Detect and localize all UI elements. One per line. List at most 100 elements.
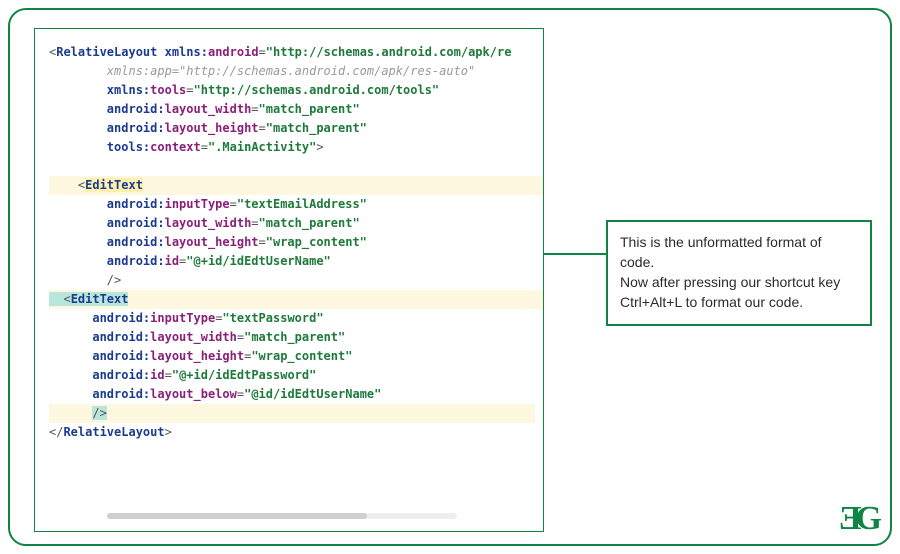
code-line: <EditText xyxy=(49,290,535,309)
code-line: <RelativeLayout xmlns:android="http://sc… xyxy=(49,43,535,62)
code-token: EditText xyxy=(71,292,129,306)
code-token: "wrap_content" xyxy=(251,349,352,363)
code-token: = xyxy=(251,102,258,116)
code-token: layout_width xyxy=(165,216,252,230)
code-token xyxy=(49,349,92,363)
code-token xyxy=(49,121,107,135)
code-line: android:layout_width="match_parent" xyxy=(49,100,535,119)
code-token: e xyxy=(504,45,511,59)
code-line: android:layout_height="wrap_content" xyxy=(49,233,535,252)
code-line: android:id="@+id/idEdtPassword" xyxy=(49,366,535,385)
code-token: "@+id/idEdtUserName" xyxy=(186,254,331,268)
code-token: id xyxy=(165,254,179,268)
code-token: "textPassword" xyxy=(222,311,323,325)
code-token xyxy=(49,235,107,249)
code-token: inputType xyxy=(165,197,230,211)
code-token: layout_width xyxy=(150,330,237,344)
code-token: = xyxy=(230,197,237,211)
code-token: > xyxy=(316,140,323,154)
code-token xyxy=(49,83,107,97)
code-token: android: xyxy=(92,368,150,382)
code-token: android: xyxy=(92,311,150,325)
code-token: layout_below xyxy=(150,387,237,401)
code-token: android: xyxy=(92,330,150,344)
code-token: = xyxy=(251,216,258,230)
code-token: = xyxy=(237,387,244,401)
code-line: android:hint="Enter Password" xyxy=(535,290,544,309)
callout-text-line: Ctrl+Alt+L to format our code. xyxy=(620,292,858,312)
code-line xyxy=(49,157,535,176)
code-line: xmlns:app="http://schemas.android.com/ap… xyxy=(49,62,535,81)
code-token: RelativeLayout xyxy=(63,425,164,439)
code-token: = xyxy=(259,235,266,249)
code-token: = xyxy=(259,45,266,59)
code-token: xmlns: xyxy=(107,83,150,97)
code-token: "http://schemas.android.com/tools" xyxy=(194,83,440,97)
code-token xyxy=(49,330,92,344)
code-token: xmlns:app="http://schemas.android.com/ap… xyxy=(107,64,475,78)
code-token xyxy=(49,254,107,268)
code-token: RelativeLayout xyxy=(56,45,164,59)
code-token xyxy=(49,64,107,78)
code-token xyxy=(49,216,107,230)
code-token: = xyxy=(201,140,208,154)
code-token: inputType xyxy=(150,311,215,325)
code-line: </RelativeLayout> xyxy=(49,423,535,442)
code-token xyxy=(49,197,107,211)
horizontal-scrollbar[interactable] xyxy=(107,513,457,519)
code-token: android: xyxy=(92,387,150,401)
code-token xyxy=(49,140,107,154)
code-token: > xyxy=(165,425,172,439)
code-line: /> xyxy=(49,404,535,423)
code-line: android:inputType="textEmailAddress" xyxy=(49,195,535,214)
code-line: android:inputType="textPassword" xyxy=(49,309,535,328)
code-token: /> xyxy=(49,273,121,287)
code-token: < xyxy=(49,178,85,192)
code-line: <EditText xyxy=(49,176,535,195)
code-token: "http://schemas.android.com/apk/r xyxy=(266,45,504,59)
code-line: /> xyxy=(49,271,535,290)
code-token: </ xyxy=(49,425,63,439)
code-token: android: xyxy=(107,197,165,211)
code-line: android:layout_width="match_parent" xyxy=(49,328,535,347)
callout-box: This is the unformatted format of code. … xyxy=(606,220,872,326)
code-block: <RelativeLayout xmlns:android="http://sc… xyxy=(49,43,535,442)
code-token xyxy=(535,292,544,306)
code-token: android xyxy=(208,45,259,59)
code-token: "match_parent" xyxy=(259,102,360,116)
callout-connector xyxy=(544,253,606,255)
document-frame: <RelativeLayout xmlns:android="http://sc… xyxy=(8,8,892,546)
code-token: = xyxy=(186,83,193,97)
code-token: android: xyxy=(107,235,165,249)
code-token: tools: xyxy=(107,140,150,154)
code-token: id xyxy=(150,368,164,382)
code-token xyxy=(49,368,92,382)
code-token xyxy=(49,406,92,420)
code-token: = xyxy=(237,330,244,344)
code-token xyxy=(535,178,544,192)
code-line: android:layout_below="@id/idEdtUserName" xyxy=(49,385,535,404)
code-token xyxy=(49,102,107,116)
code-token: < xyxy=(49,292,71,306)
code-token: "match_parent" xyxy=(266,121,367,135)
code-token: EditText xyxy=(85,178,143,192)
code-token: layout_width xyxy=(165,102,252,116)
code-token: android: xyxy=(107,216,165,230)
code-token: layout_height xyxy=(150,349,244,363)
code-token: = xyxy=(165,368,172,382)
code-token: "wrap_content" xyxy=(266,235,367,249)
callout-text-line: This is the unformatted format of code. xyxy=(620,232,858,272)
code-line: android:layout_height="wrap_content" xyxy=(49,347,535,366)
code-token: = xyxy=(259,121,266,135)
code-token: android: xyxy=(107,102,165,116)
callout-text-line: Now after pressing our shortcut key xyxy=(620,272,858,292)
code-token: android: xyxy=(92,349,150,363)
code-token: tools xyxy=(150,83,186,97)
code-token: "@id/idEdtUserName" xyxy=(244,387,381,401)
code-line: android:layout_height="match_parent" xyxy=(49,119,535,138)
code-token: "match_parent" xyxy=(259,216,360,230)
scrollbar-thumb[interactable] xyxy=(107,513,367,519)
code-token: context xyxy=(150,140,201,154)
code-token xyxy=(49,311,92,325)
code-line: tools:context=".MainActivity"> xyxy=(49,138,535,157)
